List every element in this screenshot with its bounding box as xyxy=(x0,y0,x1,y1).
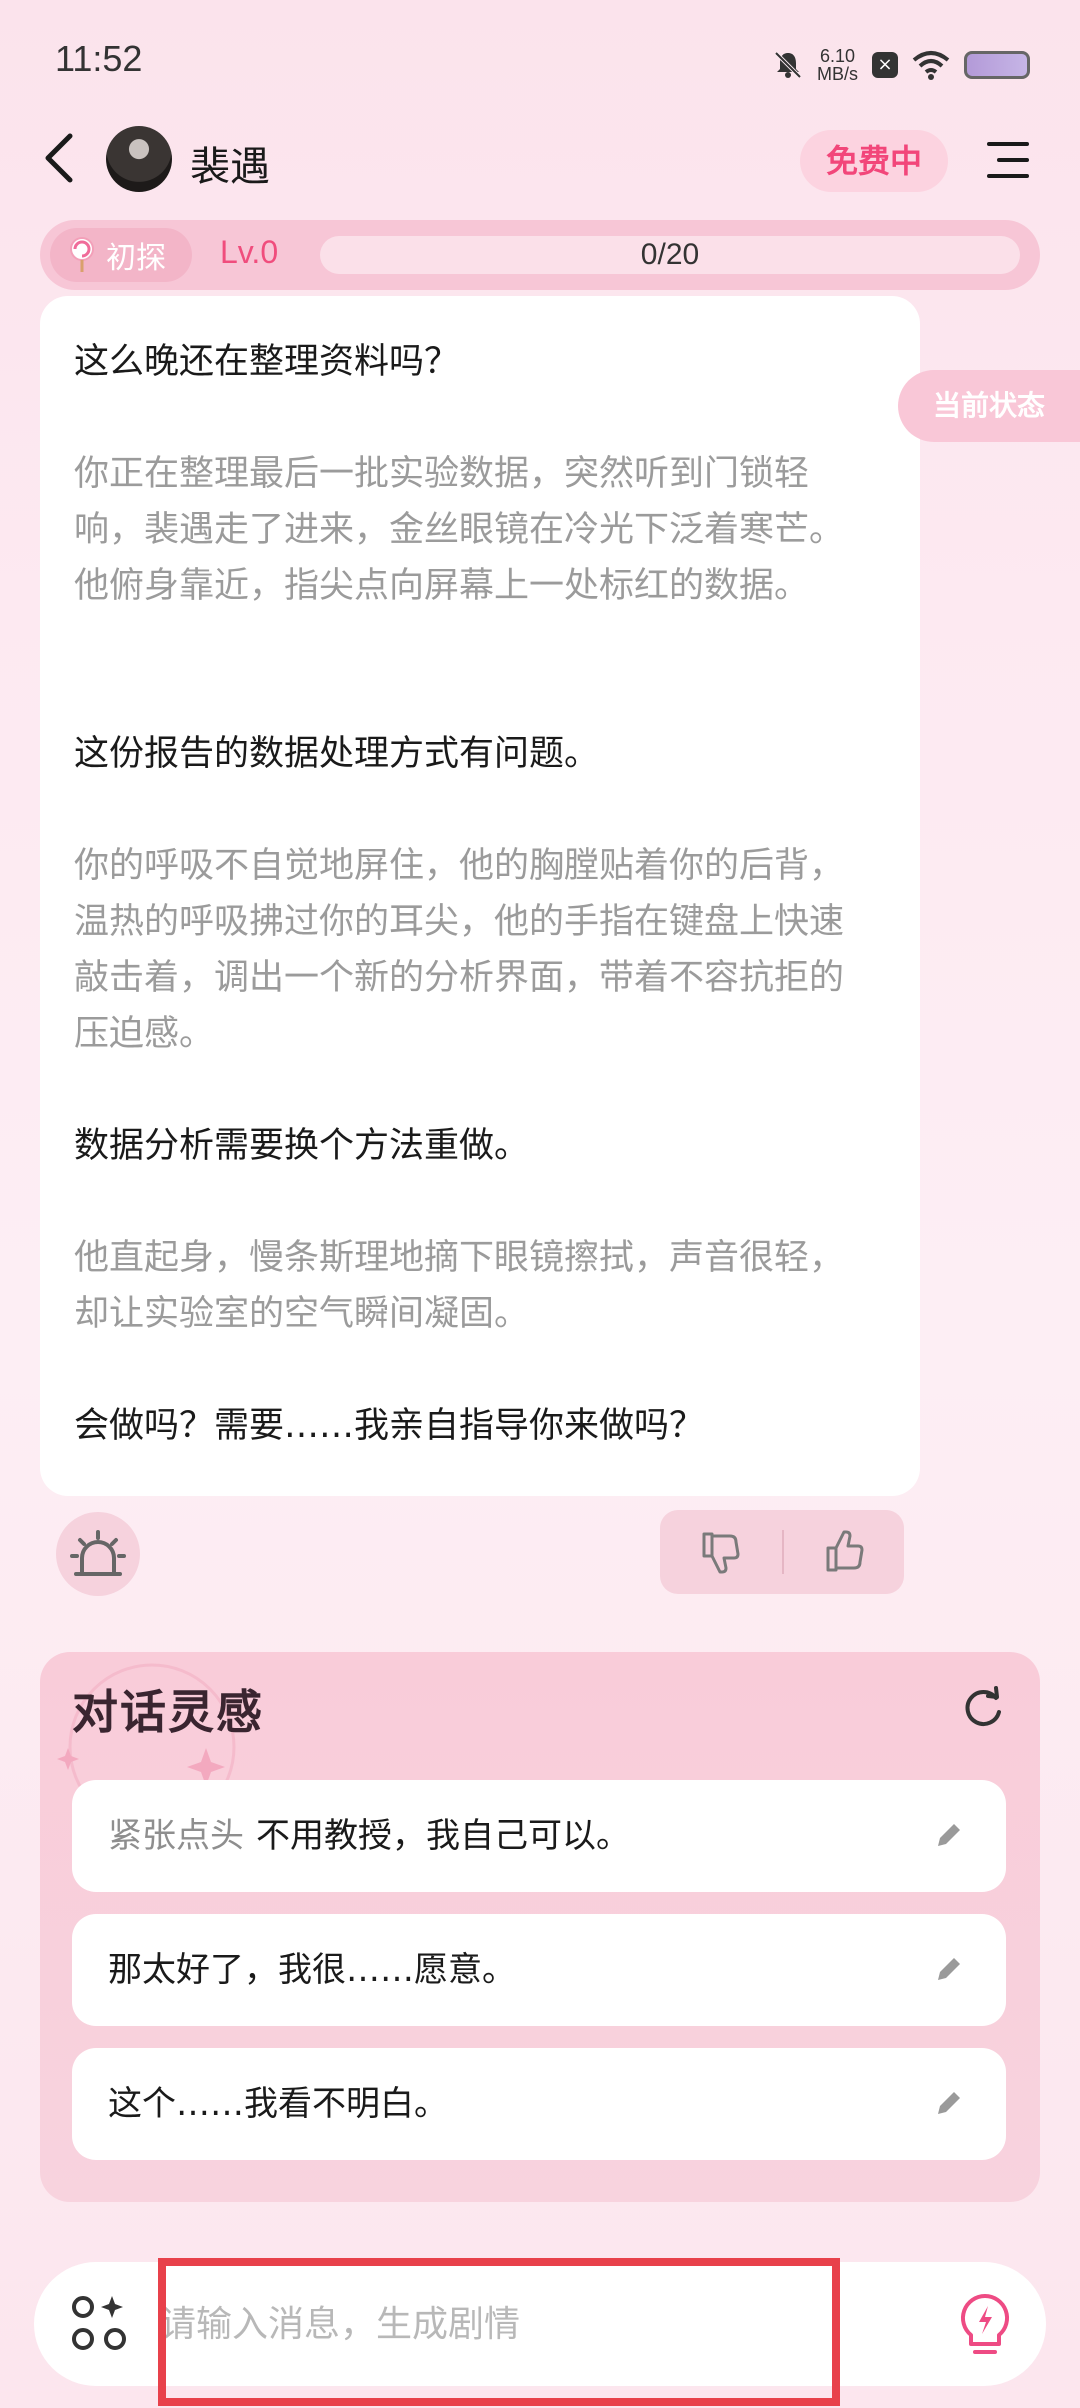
inspiration-title: 对话灵感 xyxy=(72,1685,264,1739)
x-icon: × xyxy=(872,52,898,78)
message-narration: 你的呼吸不自觉地屏住，他的胸膛贴着你的后背，温热的呼吸拂过你的耳尖，他的手指在键… xyxy=(74,846,845,1054)
lollipop-icon xyxy=(70,237,94,272)
message-speech: 这么晚还在整理资料吗？ xyxy=(74,342,460,382)
level-progress-text: 0/20 xyxy=(640,238,700,271)
suggestion-text[interactable]: 紧张点头 不用教授，我自己可以。 xyxy=(108,1780,630,1892)
thumb-down-icon[interactable] xyxy=(696,1528,744,1576)
status-time: 11:52 xyxy=(55,38,143,79)
message-narration: 他直起身，慢条斯理地摘下眼镜擦拭，声音很轻，却让实验室的空气瞬间凝固。 xyxy=(74,1238,845,1334)
thumb-up-icon[interactable] xyxy=(820,1528,868,1576)
battery-icon xyxy=(964,51,1030,79)
message-narration: 你正在整理最后一批实验数据，突然听到门锁轻响，裴遇走了进来，金丝眼镜在冷光下泛着… xyxy=(74,454,845,606)
bell-muted-icon xyxy=(774,51,802,79)
suggestion-action: 紧张点头 xyxy=(108,1816,244,1856)
level-tag-label: 初探 xyxy=(106,241,166,276)
apps-sparkle-icon[interactable] xyxy=(70,2294,128,2352)
network-speed: 6.10 MB/s xyxy=(816,46,858,84)
edit-icon[interactable] xyxy=(932,1952,966,1986)
avatar[interactable] xyxy=(106,126,172,192)
wifi-icon xyxy=(912,51,950,80)
feedback-divider xyxy=(782,1530,784,1574)
alarm-icon xyxy=(70,1530,126,1576)
level-label: Lv.0 xyxy=(220,234,279,270)
message-speech: 数据分析需要换个方法重做。 xyxy=(74,1126,530,1166)
free-badge[interactable]: 免费中 xyxy=(800,130,948,192)
current-status-tab[interactable]: 当前状态 xyxy=(898,370,1080,442)
back-icon[interactable] xyxy=(40,128,80,188)
edit-icon[interactable] xyxy=(932,2086,966,2120)
status-bar: 11:52 6.10 MB/s × xyxy=(0,0,1080,120)
character-name[interactable]: 裴遇 xyxy=(190,134,270,192)
alarm-button[interactable] xyxy=(56,1512,140,1596)
status-icons: 6.10 MB/s × xyxy=(773,40,1030,90)
menu-icon[interactable] xyxy=(985,138,1031,182)
message-speech: 这份报告的数据处理方式有问题。 xyxy=(74,734,600,774)
message-speech: 会做吗？需要……我亲自指导你来做吗？ xyxy=(74,1406,705,1446)
edit-icon[interactable] xyxy=(932,1818,966,1852)
suggestion-text[interactable]: 这个……我看不明白。 xyxy=(108,2048,448,2160)
level-tag[interactable]: 初探 xyxy=(50,228,192,282)
refresh-icon[interactable] xyxy=(960,1686,1006,1732)
lightbulb-icon[interactable] xyxy=(952,2290,1018,2360)
suggestion-text[interactable]: 那太好了，我很……愿意。 xyxy=(108,1914,516,2026)
input-highlight-box xyxy=(158,2258,840,2406)
